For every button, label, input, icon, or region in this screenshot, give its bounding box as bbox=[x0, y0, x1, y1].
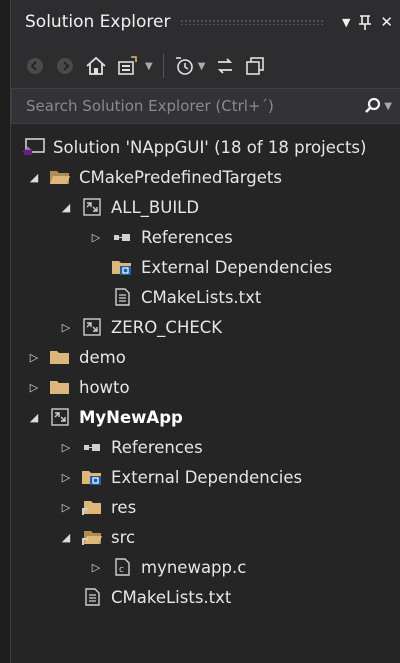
folder-icon bbox=[49, 348, 71, 366]
text-file-icon bbox=[111, 288, 133, 306]
open-filter-folder-icon bbox=[81, 528, 103, 546]
svg-text:c: c bbox=[119, 565, 124, 575]
pending-changes-history-icon[interactable] bbox=[174, 56, 194, 76]
tree-item-label: CMakeLists.txt bbox=[141, 287, 262, 307]
external-dependencies-icon bbox=[81, 468, 103, 486]
collapsed-arrow-icon[interactable]: ▷ bbox=[59, 501, 73, 514]
search-options-dropdown-icon[interactable]: ▼ bbox=[384, 101, 392, 112]
tree-item-label: res bbox=[111, 497, 137, 517]
sync-dropdown-icon[interactable]: ▼ bbox=[145, 61, 153, 72]
collapsed-arrow-icon[interactable]: ▷ bbox=[59, 441, 73, 454]
folder-icon bbox=[49, 378, 71, 396]
filter-folder-icon bbox=[81, 498, 103, 516]
drag-grip[interactable] bbox=[180, 19, 324, 25]
tree-item-solution[interactable]: Solution 'NAppGUI' (18 of 18 projects) bbox=[11, 132, 400, 162]
close-icon[interactable]: ✕ bbox=[380, 14, 393, 30]
project-icon bbox=[81, 198, 103, 216]
external-dependencies-icon bbox=[111, 258, 133, 276]
tree-item-cmakelists[interactable]: CMakeLists.txt bbox=[11, 282, 400, 312]
forward-icon[interactable] bbox=[55, 56, 75, 76]
solution-icon bbox=[23, 138, 45, 156]
tree-item-res[interactable]: ▷ res bbox=[11, 492, 400, 522]
tree-item-references[interactable]: ▷ References bbox=[11, 432, 400, 462]
tree-item-mynewapp-c[interactable]: ▷ c mynewapp.c bbox=[11, 552, 400, 582]
tree-item-label: MyNewApp bbox=[79, 407, 183, 427]
tree-item-label: External Dependencies bbox=[111, 467, 303, 487]
open-folder-icon bbox=[49, 168, 71, 186]
project-icon bbox=[49, 408, 71, 426]
tree-item-external-dependencies[interactable]: External Dependencies bbox=[11, 252, 400, 282]
search-input[interactable] bbox=[24, 96, 365, 116]
tree-item-references[interactable]: ▷ References bbox=[11, 222, 400, 252]
solution-tree: Solution 'NAppGUI' (18 of 18 projects) ◢… bbox=[11, 124, 400, 612]
references-icon bbox=[111, 228, 133, 246]
toolbar-separator bbox=[162, 54, 164, 78]
collapsed-arrow-icon[interactable]: ▷ bbox=[59, 471, 73, 484]
collapse-all-icon[interactable] bbox=[215, 56, 235, 76]
tree-item-label: mynewapp.c bbox=[141, 557, 247, 577]
project-icon bbox=[81, 318, 103, 336]
search-icon[interactable] bbox=[364, 97, 382, 115]
tree-item-cmakelists[interactable]: CMakeLists.txt bbox=[11, 582, 400, 612]
tree-item-label: ALL_BUILD bbox=[111, 197, 200, 217]
toolbar: ▼ ▼ bbox=[11, 44, 400, 88]
text-file-icon bbox=[81, 588, 103, 606]
collapsed-arrow-icon[interactable]: ▷ bbox=[89, 561, 103, 574]
history-dropdown-icon[interactable]: ▼ bbox=[198, 61, 206, 72]
collapsed-arrow-icon[interactable]: ▷ bbox=[89, 231, 103, 244]
search-bar: ▼ bbox=[11, 88, 400, 124]
collapsed-arrow-icon[interactable]: ▷ bbox=[27, 351, 41, 364]
window-position-dropdown-icon[interactable]: ▼ bbox=[342, 17, 350, 28]
sync-with-active-document-icon[interactable] bbox=[117, 56, 141, 76]
references-icon bbox=[81, 438, 103, 456]
tree-item-label: References bbox=[111, 437, 203, 457]
expanded-arrow-icon[interactable]: ◢ bbox=[59, 531, 73, 544]
collapsed-arrow-icon[interactable]: ▷ bbox=[59, 321, 73, 334]
back-icon[interactable] bbox=[25, 56, 45, 76]
tree-item-label: ZERO_CHECK bbox=[111, 317, 223, 337]
tree-item-external-dependencies[interactable]: ▷ External Dependencies bbox=[11, 462, 400, 492]
tree-item-label: CMakeLists.txt bbox=[111, 587, 232, 607]
c-source-file-icon: c bbox=[111, 558, 133, 576]
tree-item-label: src bbox=[111, 527, 136, 547]
tree-item-label: CMakePredefinedTargets bbox=[79, 167, 282, 187]
tree-item-zero-check[interactable]: ▷ ZERO_CHECK bbox=[11, 312, 400, 342]
solution-explorer-panel: Solution Explorer ▼ ✕ ▼ ▼ Search Solutio… bbox=[10, 0, 400, 663]
panel-title: Solution Explorer bbox=[25, 12, 171, 32]
tree-item-cmake-predefined-targets[interactable]: ◢ CMakePredefinedTargets bbox=[11, 162, 400, 192]
tree-item-src[interactable]: ◢ src bbox=[11, 522, 400, 552]
expanded-arrow-icon[interactable]: ◢ bbox=[27, 411, 41, 424]
title-bar: Solution Explorer ▼ ✕ bbox=[11, 0, 400, 44]
tree-item-mynewapp[interactable]: ◢ MyNewApp bbox=[11, 402, 400, 432]
tree-item-label: Solution 'NAppGUI' (18 of 18 projects) bbox=[53, 137, 367, 157]
properties-icon[interactable] bbox=[245, 56, 265, 76]
collapsed-arrow-icon[interactable]: ▷ bbox=[27, 381, 41, 394]
tree-item-all-build[interactable]: ◢ ALL_BUILD bbox=[11, 192, 400, 222]
pin-icon[interactable] bbox=[358, 14, 372, 30]
tree-item-label: References bbox=[141, 227, 233, 247]
expanded-arrow-icon[interactable]: ◢ bbox=[27, 171, 41, 184]
home-icon[interactable] bbox=[85, 56, 107, 76]
tree-item-demo[interactable]: ▷ demo bbox=[11, 342, 400, 372]
tree-item-label: demo bbox=[79, 347, 126, 367]
tree-item-howto[interactable]: ▷ howto bbox=[11, 372, 400, 402]
tree-item-label: howto bbox=[79, 377, 130, 397]
tree-item-label: External Dependencies bbox=[141, 257, 333, 277]
expanded-arrow-icon[interactable]: ◢ bbox=[59, 201, 73, 214]
